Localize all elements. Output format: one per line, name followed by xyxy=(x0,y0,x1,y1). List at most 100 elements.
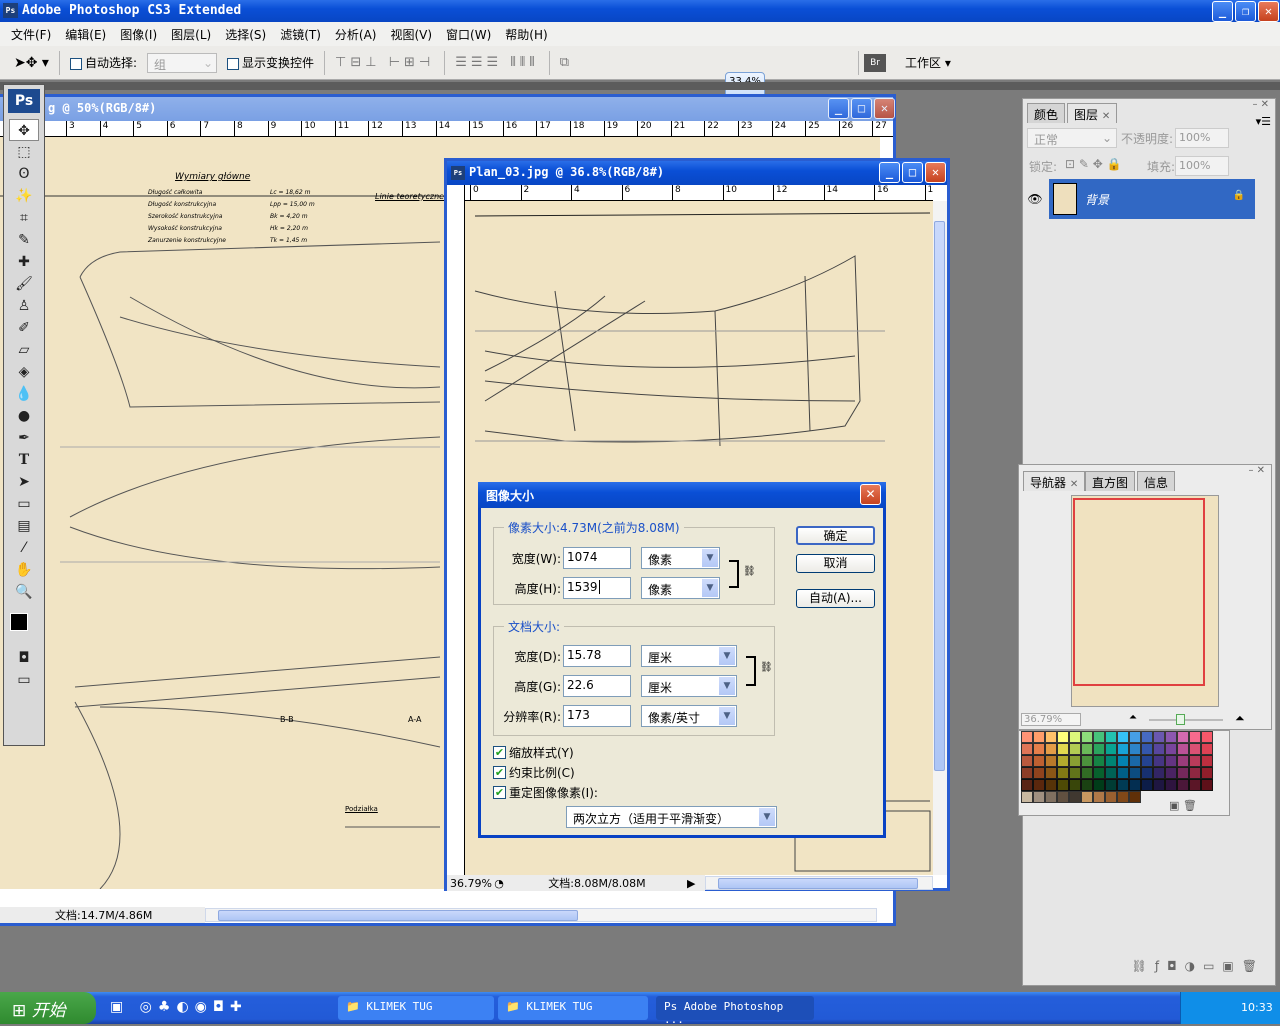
dialog-close-button[interactable]: ✕ xyxy=(860,484,881,505)
lock-icons[interactable]: ⊡ ✎ ✥ 🔒 xyxy=(1065,157,1122,171)
color-swatch[interactable] xyxy=(1093,791,1105,803)
color-swatch[interactable] xyxy=(1057,767,1069,779)
pixel-width-input[interactable]: 1074 xyxy=(563,547,631,569)
color-swatch[interactable] xyxy=(1153,767,1165,779)
color-swatch[interactable] xyxy=(1117,731,1129,743)
color-swatch[interactable] xyxy=(1069,755,1081,767)
color-swatch[interactable] xyxy=(1165,743,1177,755)
marquee-tool-icon[interactable]: ⬚ xyxy=(9,141,39,163)
color-swatch[interactable] xyxy=(1045,755,1057,767)
color-swatch[interactable] xyxy=(1033,779,1045,791)
color-swatches[interactable] xyxy=(4,603,44,647)
doc1-maximize[interactable]: □ xyxy=(851,98,872,119)
cancel-button[interactable]: 取消 xyxy=(796,554,875,573)
color-swatch[interactable] xyxy=(1177,779,1189,791)
color-swatch[interactable] xyxy=(1057,755,1069,767)
eraser-tool-icon[interactable]: ▱ xyxy=(9,339,39,361)
color-swatch[interactable] xyxy=(1021,767,1033,779)
pixel-height-input[interactable]: 1539 xyxy=(563,577,631,599)
color-swatch[interactable] xyxy=(1129,731,1141,743)
panel-close-icon[interactable]: – ✕ xyxy=(1248,465,1265,476)
doc2-zoom-level[interactable]: 36.79% xyxy=(447,877,492,890)
menu-analysis[interactable]: 分析(A) xyxy=(328,26,384,43)
pixel-width-unit-select[interactable]: 像素 ▼ xyxy=(641,547,720,569)
menu-view[interactable]: 视图(V) xyxy=(383,26,439,43)
color-swatch[interactable] xyxy=(1057,791,1069,803)
doc2-minimize[interactable]: _ xyxy=(879,162,900,183)
screen-mode-icon[interactable]: ▭ xyxy=(9,669,39,691)
foreground-color[interactable] xyxy=(10,613,28,631)
doc1-close[interactable]: ✕ xyxy=(874,98,895,119)
slice-tool-icon[interactable]: ✎ xyxy=(9,229,39,251)
doc2-vertical-scrollbar[interactable] xyxy=(933,201,947,875)
color-swatch[interactable] xyxy=(1021,743,1033,755)
panel-menu-icon[interactable]: ▾☰ xyxy=(1256,115,1271,128)
color-swatch[interactable] xyxy=(1093,779,1105,791)
auto-select-dropdown[interactable]: 组 ⌄ xyxy=(147,52,217,73)
resolution-input[interactable]: 173 xyxy=(563,705,631,727)
move-tool-icon[interactable]: ✥ xyxy=(9,119,39,141)
hand-tool-icon[interactable]: ✋ xyxy=(9,559,39,581)
brush-tool-icon[interactable]: 🖌 xyxy=(9,273,39,295)
color-swatch[interactable] xyxy=(1141,731,1153,743)
tab-navigator[interactable]: 导航器 ✕ xyxy=(1023,471,1086,491)
color-swatch[interactable] xyxy=(1177,755,1189,767)
clock[interactable]: 10:33 xyxy=(1241,1001,1273,1014)
show-transform-checkbox[interactable]: 显示变换控件 xyxy=(227,54,314,71)
lasso-tool-icon[interactable]: ʘ xyxy=(9,163,39,185)
move-tool-preset-icon[interactable]: ➤✥ ▾ xyxy=(14,55,49,71)
blur-tool-icon[interactable]: 💧 xyxy=(9,383,39,405)
auto-align-icon[interactable]: ⧉ xyxy=(560,55,573,70)
color-swatch[interactable] xyxy=(1153,743,1165,755)
doc1-minimize[interactable]: _ xyxy=(828,98,849,119)
color-swatch[interactable] xyxy=(1201,743,1213,755)
menu-edit[interactable]: 编辑(E) xyxy=(58,26,113,43)
navigator-zoom-input[interactable]: 36.79% xyxy=(1021,713,1081,726)
color-swatch[interactable] xyxy=(1129,779,1141,791)
minimize-button[interactable]: _ xyxy=(1212,1,1233,22)
quick-launch-icons[interactable]: ▣ ◎♣◐◉◘✚ xyxy=(110,999,248,1015)
color-swatch[interactable] xyxy=(1057,743,1069,755)
color-swatch[interactable] xyxy=(1069,743,1081,755)
menu-help[interactable]: 帮助(H) xyxy=(498,26,554,43)
notes-tool-icon[interactable]: ▤ xyxy=(9,515,39,537)
color-swatch[interactable] xyxy=(1021,779,1033,791)
color-swatch[interactable] xyxy=(1033,791,1045,803)
tab-layers[interactable]: 图层 ✕ xyxy=(1067,103,1118,123)
color-swatch[interactable] xyxy=(1165,755,1177,767)
color-swatch[interactable] xyxy=(1189,779,1201,791)
color-swatch[interactable] xyxy=(1081,755,1093,767)
navigator-view-box[interactable] xyxy=(1073,498,1205,686)
color-swatch[interactable] xyxy=(1117,791,1129,803)
quick-mask-icon[interactable]: ◘ xyxy=(9,647,39,669)
color-swatch[interactable] xyxy=(1153,731,1165,743)
color-swatch[interactable] xyxy=(1201,767,1213,779)
close-tab-icon[interactable]: ✕ xyxy=(1102,111,1110,122)
color-swatch[interactable] xyxy=(1069,731,1081,743)
color-swatch[interactable] xyxy=(1105,767,1117,779)
swatch-grid[interactable] xyxy=(1021,731,1215,803)
color-swatch[interactable] xyxy=(1093,767,1105,779)
close-tab-icon[interactable]: ✕ xyxy=(1070,479,1078,490)
color-swatch[interactable] xyxy=(1081,731,1093,743)
color-swatch[interactable] xyxy=(1045,791,1057,803)
auto-button[interactable]: 自动(A)... xyxy=(796,589,875,608)
color-swatch[interactable] xyxy=(1033,755,1045,767)
resample-method-select[interactable]: 两次立方（适用于平滑渐变） ▼ xyxy=(566,806,777,828)
color-swatch[interactable] xyxy=(1129,743,1141,755)
workspace-menu[interactable]: 工作区 ▾ xyxy=(905,54,951,71)
shape-tool-icon[interactable]: ▭ xyxy=(9,493,39,515)
constrain-proportions-checkbox[interactable]: ✔ 约束比例(C) xyxy=(493,764,575,781)
color-swatch[interactable] xyxy=(1129,791,1141,803)
zoom-slider[interactable] xyxy=(1149,714,1223,725)
color-swatch[interactable] xyxy=(1165,767,1177,779)
color-swatch[interactable] xyxy=(1045,731,1057,743)
scale-styles-checkbox[interactable]: ✔ 缩放样式(Y) xyxy=(493,744,574,761)
pen-tool-icon[interactable]: ✒ xyxy=(9,427,39,449)
tab-color[interactable]: 颜色 xyxy=(1027,103,1066,123)
color-swatch[interactable] xyxy=(1093,731,1105,743)
color-swatch[interactable] xyxy=(1189,767,1201,779)
color-swatch[interactable] xyxy=(1153,779,1165,791)
color-swatch[interactable] xyxy=(1081,743,1093,755)
eyedropper-icon[interactable]: ⁄ xyxy=(9,537,39,559)
